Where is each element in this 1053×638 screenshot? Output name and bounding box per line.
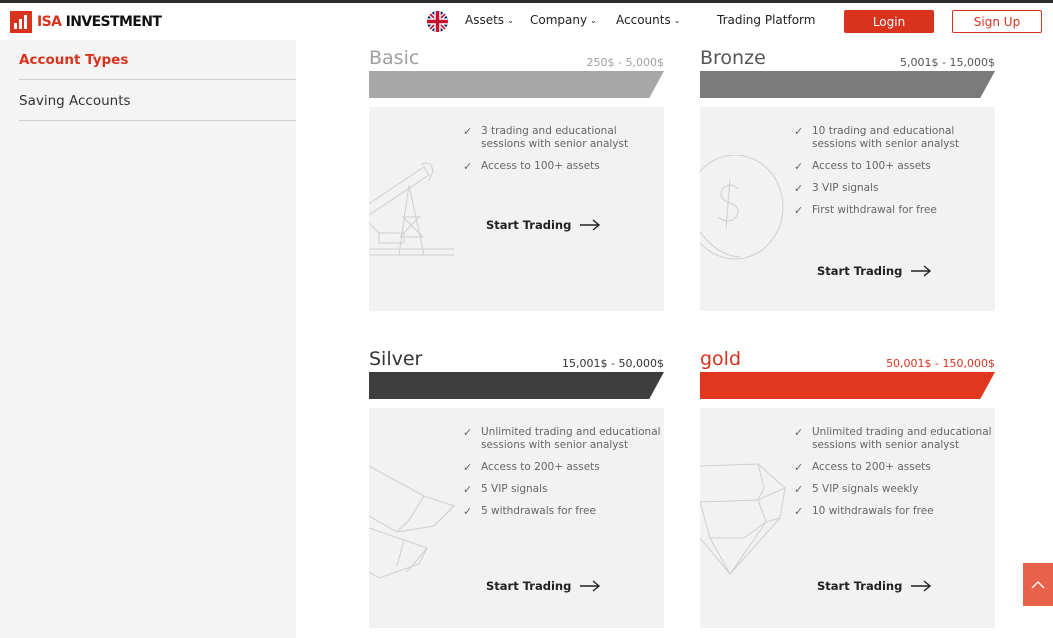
- nav-accounts-label: Accounts: [616, 13, 671, 27]
- account-panel: ✓ 10 trading and educational sessions wit…: [700, 107, 995, 311]
- feature-item: ✓ 3 VIP signals: [794, 182, 879, 195]
- feature-item: ✓ Access to 200+ assets: [794, 461, 931, 474]
- feature-item: ✓ Access to 100+ assets: [794, 160, 931, 173]
- nav-trading-platform[interactable]: Trading Platform: [717, 13, 815, 27]
- check-icon: ✓: [463, 426, 473, 439]
- check-icon: ✓: [794, 125, 804, 138]
- start-trading-button[interactable]: Start Trading: [817, 264, 932, 278]
- account-name: Bronze: [700, 47, 766, 69]
- check-icon: ✓: [794, 182, 804, 195]
- nav-assets-label: Assets: [465, 13, 505, 27]
- account-panel: ✓ Unlimited trading and educational sessi…: [700, 408, 995, 628]
- arrow-right-icon: [911, 265, 932, 277]
- sidebar: Account Types Saving Accounts: [0, 40, 296, 638]
- account-range: 250$ - 5,000$: [586, 56, 664, 69]
- account-range: 5,001$ - 15,000$: [900, 56, 995, 69]
- diamond-icon: [700, 463, 786, 575]
- account-panel: ✓ 3 trading and educational sessions with…: [369, 107, 664, 311]
- account-bar: [369, 71, 664, 98]
- nav-company[interactable]: Company ⌄: [530, 13, 597, 27]
- feature-list: ✓ 3 trading and educational sessions with…: [463, 125, 663, 182]
- account-name: gold: [700, 348, 742, 370]
- account-bar: [700, 372, 995, 399]
- check-icon: ✓: [463, 125, 473, 138]
- silver-bars-icon: [369, 465, 455, 579]
- account-range: 15,001$ - 50,000$: [562, 357, 664, 370]
- account-bar: [369, 372, 664, 399]
- sidebar-item-saving-accounts[interactable]: Saving Accounts: [19, 81, 296, 121]
- sidebar-item-account-types[interactable]: Account Types: [19, 40, 296, 80]
- check-icon: ✓: [463, 461, 473, 474]
- feature-list: ✓ 10 trading and educational sessions wit…: [794, 125, 994, 226]
- check-icon: ✓: [463, 160, 473, 173]
- check-icon: ✓: [463, 483, 473, 496]
- chevron-down-icon: ⌄: [673, 16, 681, 25]
- arrow-right-icon: [580, 580, 601, 592]
- chevron-up-icon: [1031, 580, 1045, 588]
- check-icon: ✓: [794, 204, 804, 217]
- check-icon: ✓: [794, 505, 804, 518]
- check-icon: ✓: [794, 461, 804, 474]
- feature-item: ✓ First withdrawal for free: [794, 204, 937, 217]
- oil-pump-icon: [369, 162, 454, 256]
- nav-company-label: Company: [530, 13, 588, 27]
- start-trading-button[interactable]: Start Trading: [817, 579, 932, 593]
- feature-list: ✓ Unlimited trading and educational sessi…: [794, 426, 994, 527]
- uk-flag-icon[interactable]: [427, 11, 448, 32]
- check-icon: ✓: [794, 426, 804, 439]
- account-name: Silver: [369, 348, 423, 370]
- feature-item: ✓ Access to 100+ assets: [463, 160, 600, 173]
- start-trading-button[interactable]: Start Trading: [486, 218, 601, 232]
- feature-item: ✓ 10 withdrawals for free: [794, 505, 934, 518]
- scroll-to-top-button[interactable]: [1023, 563, 1053, 606]
- nav-assets[interactable]: Assets ⌄: [465, 13, 514, 27]
- check-icon: ✓: [794, 160, 804, 173]
- feature-item: ✓ Unlimited trading and educational sessi…: [794, 426, 992, 451]
- nav-trading-platform-label: Trading Platform: [717, 13, 816, 27]
- feature-item: ✓ Unlimited trading and educational sessi…: [463, 426, 661, 451]
- account-name: Basic: [369, 47, 420, 69]
- feature-list: ✓ Unlimited trading and educational sessi…: [463, 426, 663, 527]
- feature-item: ✓ 5 VIP signals: [463, 483, 548, 496]
- arrow-right-icon: [911, 580, 932, 592]
- login-button[interactable]: Login: [844, 10, 934, 33]
- logo-chart-icon: [10, 11, 32, 33]
- feature-item: ✓ Access to 200+ assets: [463, 461, 600, 474]
- feature-item: ✓ 5 VIP signals weekly: [794, 483, 919, 496]
- account-panel: ✓ Unlimited trading and educational sessi…: [369, 408, 664, 628]
- site-logo[interactable]: ISA INVESTMENT: [10, 11, 162, 33]
- nav-accounts[interactable]: Accounts ⌄: [616, 13, 680, 27]
- arrow-right-icon: [580, 219, 601, 231]
- check-icon: ✓: [463, 505, 473, 518]
- account-range: 50,001$ - 150,000$: [886, 357, 995, 370]
- start-trading-button[interactable]: Start Trading: [486, 579, 601, 593]
- logo-text: ISA INVESTMENT: [37, 14, 162, 30]
- signup-button[interactable]: Sign Up: [952, 10, 1042, 33]
- site-header: ISA INVESTMENT Assets ⌄ Company ⌄ Accoun…: [0, 3, 1053, 40]
- chevron-down-icon: ⌄: [590, 16, 597, 25]
- feature-item: ✓ 5 withdrawals for free: [463, 505, 596, 518]
- feature-item: ✓ 10 trading and educational sessions wit…: [794, 125, 960, 150]
- check-icon: ✓: [794, 483, 804, 496]
- account-bar: [700, 71, 995, 98]
- feature-item: ✓ 3 trading and educational sessions with…: [463, 125, 629, 150]
- chevron-down-icon: ⌄: [507, 16, 514, 25]
- dollar-coin-icon: [700, 155, 784, 260]
